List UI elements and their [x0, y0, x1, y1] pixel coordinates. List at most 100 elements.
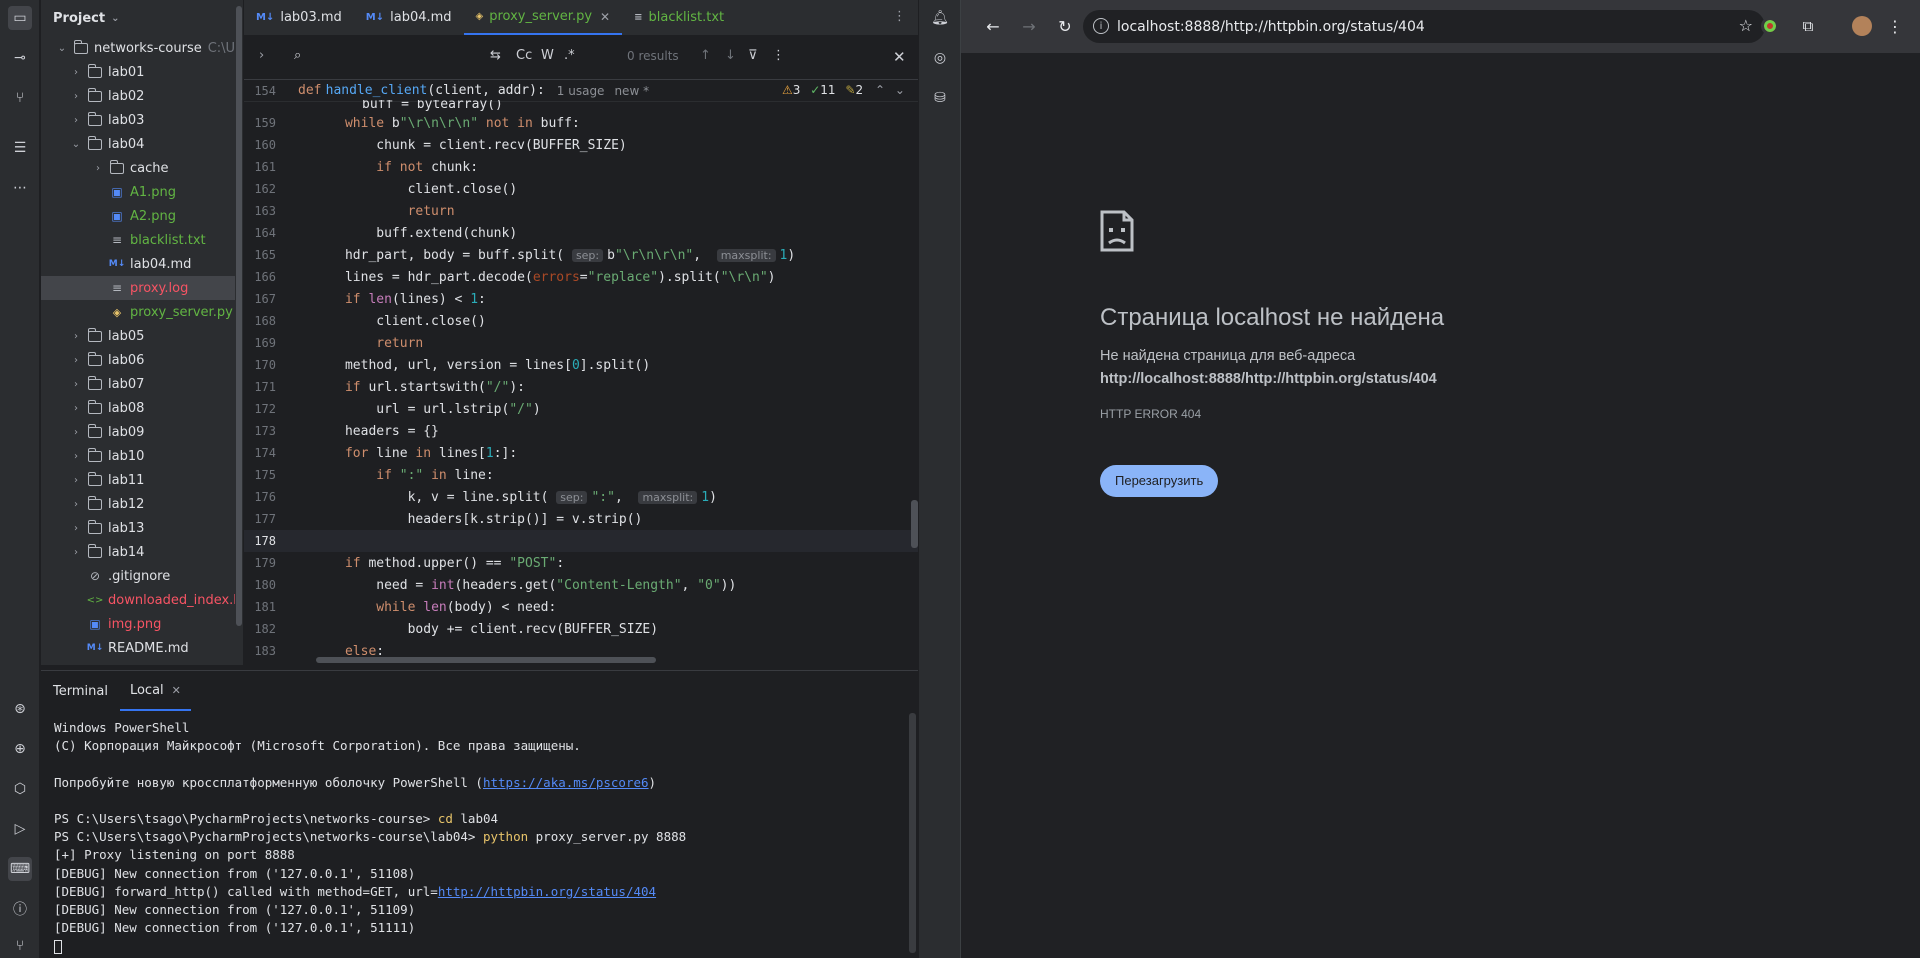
bookmark-star-icon[interactable]: ☆	[1739, 16, 1753, 35]
new-hint[interactable]: new *	[614, 84, 649, 98]
tree-folder[interactable]: › lab07	[41, 372, 243, 396]
back-icon[interactable]: ←	[981, 14, 1005, 38]
chevron-right-icon[interactable]: ›	[69, 523, 83, 534]
problems-icon[interactable]: ⓘ	[8, 897, 32, 921]
previous-match-icon[interactable]: ↑	[700, 48, 711, 63]
editor-tab[interactable]: M↓ lab04.md	[354, 0, 464, 35]
words-toggle[interactable]: W	[541, 48, 554, 63]
tree-file[interactable]: ▣ A1.png	[41, 180, 243, 204]
terminal-tab-local[interactable]: Local ✕	[119, 671, 191, 711]
chevron-up-icon[interactable]: ⌃	[875, 83, 885, 97]
more-tools-icon[interactable]: ⋯	[8, 176, 32, 200]
tree-folder[interactable]: › lab08	[41, 396, 243, 420]
python-packages-icon[interactable]: ⊕	[8, 737, 32, 761]
tree-folder[interactable]: › lab13	[41, 516, 243, 540]
tree-folder[interactable]: › lab11	[41, 468, 243, 492]
regex-toggle[interactable]: .*	[564, 48, 575, 63]
chevron-right-icon[interactable]: ›	[69, 115, 83, 126]
chevron-right-icon[interactable]: ›	[69, 547, 83, 558]
editor-tab[interactable]: ◈ proxy_server.py ✕	[463, 0, 623, 35]
next-match-icon[interactable]: ↓	[725, 48, 736, 63]
forward-icon[interactable]: →	[1017, 14, 1041, 38]
replace-toggle-icon[interactable]: ⇆	[490, 48, 501, 63]
tree-file[interactable]: ⊘ .gitignore	[41, 564, 243, 588]
run-icon[interactable]: ▷	[8, 817, 32, 841]
chevron-right-icon[interactable]: ›	[69, 475, 83, 486]
git-branch-icon[interactable]: ⑂	[8, 86, 32, 110]
project-header[interactable]: Project ⌄	[41, 0, 243, 36]
editor-tab[interactable]: ≡ blacklist.txt	[622, 0, 736, 35]
tree-folder[interactable]: › lab02	[41, 84, 243, 108]
tree-file[interactable]: M↓ README.md	[41, 636, 243, 660]
tree-file[interactable]: ≡ proxy.log	[41, 276, 243, 300]
tree-folder[interactable]: › lab05	[41, 324, 243, 348]
chevron-right-icon[interactable]: ›	[91, 163, 105, 174]
tree-folder[interactable]: › cache	[41, 156, 243, 180]
chevron-down-icon[interactable]: ⌄	[111, 13, 119, 24]
chevron-right-icon[interactable]: ›	[69, 403, 83, 414]
site-info-icon[interactable]: i	[1093, 18, 1109, 34]
close-icon[interactable]: ✕	[172, 684, 181, 697]
match-case-toggle[interactable]: Cc	[516, 48, 532, 63]
chevron-right-icon[interactable]: ›	[69, 67, 83, 78]
close-icon[interactable]: ✕	[600, 10, 610, 24]
services-icon[interactable]: ⬡	[8, 777, 32, 801]
database-icon[interactable]: ⛁	[928, 86, 952, 110]
address-bar[interactable]: i localhost:8888/http://httpbin.org/stat…	[1083, 10, 1765, 43]
editor-horizontal-scrollbar[interactable]	[316, 657, 656, 663]
more-tabs-icon[interactable]: ⋮	[893, 9, 906, 24]
project-scrollbar[interactable]	[235, 0, 243, 665]
tree-root[interactable]: ⌄ networks-course C:\Us	[41, 36, 243, 60]
tree-file[interactable]: ▣ A2.png	[41, 204, 243, 228]
chevron-right-icon[interactable]: ›	[69, 379, 83, 390]
terminal-icon[interactable]: ⌨	[8, 857, 32, 881]
extensions-puzzle-icon[interactable]: ⧉	[1796, 14, 1820, 38]
chevron-down-icon[interactable]: ⌄	[55, 43, 69, 54]
ai-assistant-icon[interactable]: ◎	[928, 46, 952, 70]
notifications-icon[interactable]: 🔔︎	[928, 6, 952, 30]
reload-icon[interactable]: ↻	[1053, 14, 1077, 38]
commit-icon[interactable]: ⊸	[8, 46, 32, 70]
editor-vertical-scrollbar[interactable]	[911, 500, 918, 548]
close-icon[interactable]: ✕	[893, 48, 906, 66]
inspection-widget[interactable]: ⚠3 ✓11 ✎2 ⌃ ⌄	[782, 83, 905, 97]
chevron-right-icon[interactable]: ›	[69, 331, 83, 342]
tree-folder[interactable]: ⌄ lab04	[41, 132, 243, 156]
filter-icon[interactable]: ⊽	[748, 48, 758, 63]
avatar[interactable]	[1852, 16, 1872, 36]
python-console-icon[interactable]: ⊛	[8, 697, 32, 721]
function-name[interactable]: handle_client	[326, 83, 428, 98]
chevron-down-icon[interactable]: ⌄	[895, 83, 905, 97]
tree-file[interactable]: ◈ proxy_server.py	[41, 300, 243, 324]
tree-file[interactable]: ≡ blacklist.txt	[41, 228, 243, 252]
tree-folder[interactable]: › lab12	[41, 492, 243, 516]
chevron-right-icon[interactable]: ›	[69, 451, 83, 462]
search-icon[interactable]: ⌕	[294, 48, 301, 63]
tree-file[interactable]: M↓ lab04.md	[41, 252, 243, 276]
reload-button[interactable]: Перезагрузить	[1100, 465, 1219, 497]
project-folder-icon[interactable]: ▭	[8, 6, 32, 30]
tree-folder[interactable]: › lab03	[41, 108, 243, 132]
terminal-output[interactable]: Windows PowerShell (C) Корпорация Майкрос…	[41, 711, 918, 955]
chevron-right-icon[interactable]: ›	[259, 48, 264, 63]
chevron-right-icon[interactable]: ›	[69, 427, 83, 438]
usage-hint[interactable]: 1 usage	[557, 84, 605, 98]
code-editor[interactable]: buff = bytearray() 159 while b"\r\n\r\n"…	[244, 100, 918, 665]
chevron-right-icon[interactable]: ›	[69, 355, 83, 366]
tree-folder[interactable]: › lab14	[41, 540, 243, 564]
browser-menu-icon[interactable]: ⋮	[1883, 14, 1907, 38]
terminal-scrollbar[interactable]	[909, 713, 916, 953]
tree-folder[interactable]: › lab06	[41, 348, 243, 372]
editor-tab[interactable]: M↓ lab03.md	[244, 0, 354, 35]
extension-icon[interactable]	[1761, 17, 1779, 35]
chevron-right-icon[interactable]: ›	[69, 91, 83, 102]
chevron-right-icon[interactable]: ›	[69, 499, 83, 510]
structure-icon[interactable]: ☰	[8, 136, 32, 160]
version-control-icon[interactable]: ⑂	[8, 934, 32, 958]
find-more-icon[interactable]: ⋮	[772, 48, 785, 63]
tree-folder[interactable]: › lab09	[41, 420, 243, 444]
terminal-link[interactable]: https://aka.ms/pscore6	[483, 775, 649, 790]
tree-file[interactable]: <> downloaded_index.h	[41, 588, 243, 612]
tree-file[interactable]: ▣ img.png	[41, 612, 243, 636]
chevron-down-icon[interactable]: ⌄	[69, 139, 83, 150]
